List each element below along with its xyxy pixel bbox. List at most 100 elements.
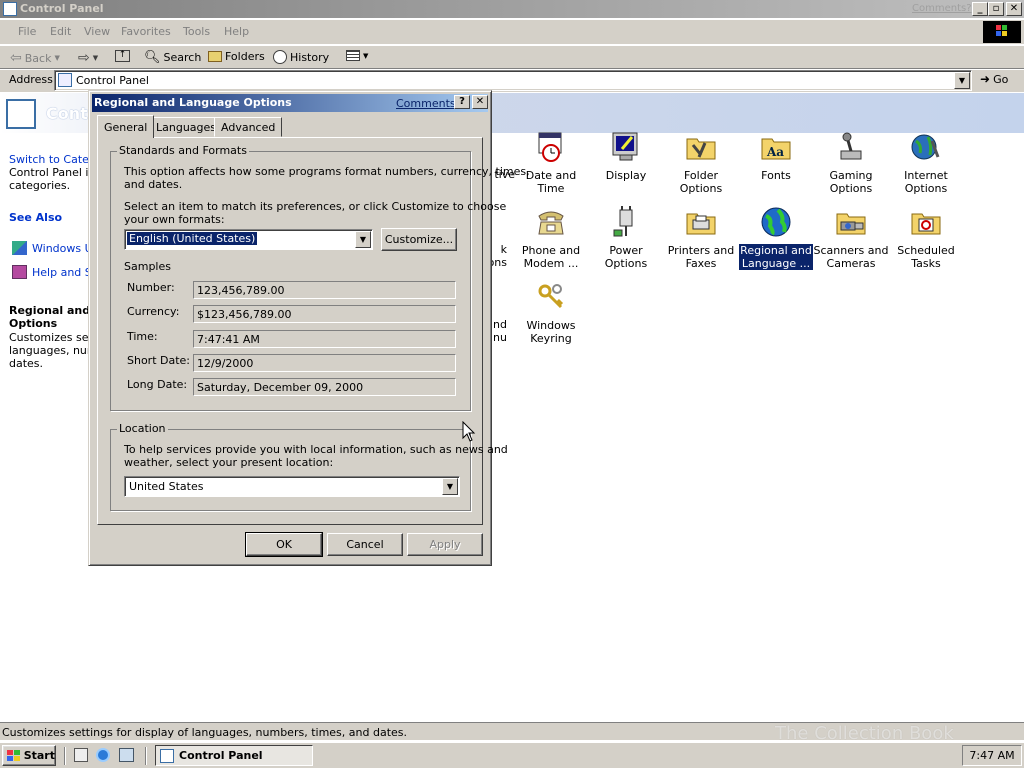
address-input[interactable]: Control Panel ▼ [54,70,972,91]
chevron-down-icon: ▼ [363,51,369,60]
phone-icon [538,211,564,235]
internet-explorer-icon[interactable] [96,748,110,762]
menu-favorites[interactable]: Favorites [121,25,171,38]
folders-icon [208,51,222,62]
samples-label: Samples [124,260,171,273]
fonts-item[interactable]: Aa Fonts [738,131,814,182]
mouse-cursor-icon [462,421,476,442]
apply-button[interactable]: Apply [407,533,483,556]
switch-category-link[interactable]: Switch to Catego [9,153,88,166]
keyring-icon [538,284,564,309]
windows-keyring-item[interactable]: Windows Keyring [513,281,589,345]
ok-button[interactable]: OK [245,532,323,557]
search-button[interactable]: 🔍︎ Search [144,50,201,65]
back-button[interactable]: ⇦ Back ▼ [10,50,60,66]
status-text: Customizes settings for display of langu… [2,726,407,739]
show-desktop-icon[interactable] [74,748,88,762]
dialog-titlebar: Regional and Language Options Comments? … [92,94,488,112]
history-button[interactable]: History [273,50,329,64]
see-also-heading: See Also [9,211,63,224]
phone-modem-item[interactable]: Phone and Modem ... [513,206,589,270]
number-sample: 123,456,789.00 [193,281,456,299]
scanner-camera-icon [836,213,866,235]
quick-launch-icon[interactable] [119,748,134,762]
search-icon: 🔍︎ [144,50,161,65]
views-icon [346,50,360,61]
tab-advanced[interactable]: Advanced [214,117,283,137]
chevron-down-icon: ▼ [442,478,458,495]
close-button[interactable]: ✕ [1006,2,1022,16]
history-icon [273,50,287,64]
customize-button[interactable]: Customize... [381,228,457,251]
taskbar-control-panel-button[interactable]: Control Panel [155,745,313,766]
chevron-down-icon[interactable]: ▼ [954,72,970,89]
regional-language-dialog: Regional and Language Options Comments? … [88,90,530,566]
standards-label: Standards and Formats [117,144,249,157]
scanners-cameras-item[interactable]: Scanners and Cameras [813,206,889,270]
forward-button[interactable]: ⇨ ▼ [78,50,98,66]
watermark: The Collection Book [775,723,954,744]
help-button[interactable]: ? [454,95,470,109]
tab-languages[interactable]: Languages [149,117,224,137]
calendar-clock-icon [538,132,562,162]
forward-arrow-icon: ⇨ [78,50,90,66]
menu-help[interactable]: Help [224,25,249,38]
windows-update-icon [12,241,27,255]
scheduled-tasks-item[interactable]: Scheduled Tasks [888,206,964,270]
views-button[interactable]: ▼ [346,50,368,61]
joystick-icon [840,132,862,160]
control-panel-icon [3,2,17,16]
internet-options-item[interactable]: Internet Options [888,131,964,195]
menu-file[interactable]: File [18,25,36,38]
taskbar: Start Control Panel The Collection Book … [0,723,1024,768]
gaming-options-item[interactable]: Gaming Options [813,131,889,195]
tab-general[interactable]: General [97,115,155,138]
location-select[interactable]: United States ▼ [124,476,460,497]
printers-faxes-item[interactable]: Printers and Faxes [663,206,739,270]
globe-icon [761,207,791,237]
system-clock[interactable]: 7:47 AM [962,745,1022,766]
folder-tools-icon [686,138,716,160]
scheduled-tasks-icon [911,213,941,235]
menu-tools[interactable]: Tools [183,25,210,38]
windows-update-link[interactable]: Windows Up [32,242,88,255]
menu-view[interactable]: View [84,25,110,38]
left-panel: Switch to Catego Control Panel ico categ… [0,93,88,721]
power-plug-icon [613,206,633,237]
minimize-button[interactable]: _ [972,2,988,16]
format-select[interactable]: English (United States) ▼ [124,229,373,250]
regional-language-item[interactable]: Regional and Language ... [738,206,814,270]
windows-logo-icon [983,21,1021,43]
go-arrow-icon: ➜ [980,72,991,86]
help-support-link[interactable]: Help and Su [32,266,88,279]
cancel-button[interactable]: Cancel [327,533,403,556]
globe-tools-icon [911,134,940,160]
folders-button[interactable]: Folders [208,50,265,63]
power-options-item[interactable]: Power Options [588,206,664,270]
dialog-close-button[interactable]: ✕ [472,95,488,109]
up-folder-button[interactable]: ↑ [115,50,130,62]
menu-edit[interactable]: Edit [50,25,71,38]
currency-sample: $123,456,789.00 [193,305,456,323]
dialog-comments-link[interactable]: Comments? [396,97,461,110]
date-time-item[interactable]: Date and Time [513,131,589,195]
start-button[interactable]: Start [2,745,56,766]
restore-button[interactable]: ▫ [988,2,1004,16]
control-panel-icon [58,73,72,87]
time-sample: 7:47:41 AM [193,330,456,348]
comments-link[interactable]: Comments? [912,3,972,14]
window-titlebar: Control Panel Comments? _ ▫ ✕ [0,0,1024,18]
address-bar: Address Control Panel ▼ ➜ Go [0,70,1024,92]
menu-bar: File Edit View Favorites Tools Help [0,20,1024,44]
monitor-icon [612,132,638,161]
display-item[interactable]: Display [588,131,664,182]
folder-options-item[interactable]: Folder Options [663,131,739,195]
go-button[interactable]: ➜ Go [980,72,1008,86]
taskbar-divider [64,747,65,765]
chevron-down-icon: ▼ [355,231,371,248]
chevron-down-icon: ▼ [92,54,99,62]
svg-text:Aa: Aa [766,145,784,159]
chevron-down-icon: ▼ [54,54,60,62]
standards-group: Standards and Formats This option affect… [110,144,530,411]
location-group: Location To help services provide you wi… [110,422,508,511]
